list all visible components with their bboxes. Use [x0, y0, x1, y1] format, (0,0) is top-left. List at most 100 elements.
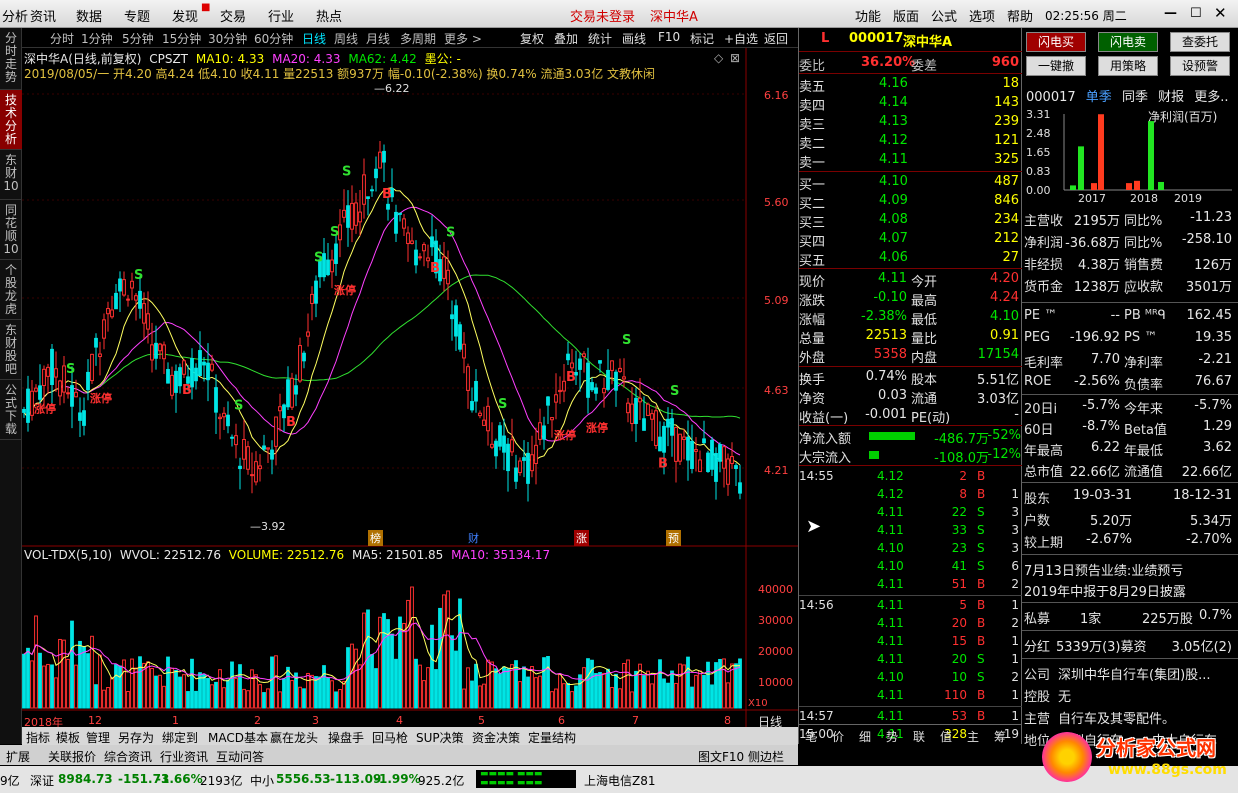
menu-options[interactable]: 选项: [969, 6, 995, 25]
tool-statistics[interactable]: 统计: [588, 30, 612, 47]
tb-bind[interactable]: 绑定到: [162, 729, 198, 746]
quote-tab[interactable]: 细: [859, 728, 871, 745]
tab-more[interactable]: 更多 >: [444, 30, 482, 47]
tb-macd[interactable]: MACD基本: [208, 729, 268, 746]
tb2-related[interactable]: 关联报价: [48, 748, 96, 765]
tb2-industry[interactable]: 行业资讯: [160, 748, 208, 765]
event-tag[interactable]: 预: [666, 530, 681, 546]
tab-15min[interactable]: 15分钟: [162, 30, 201, 47]
tab-monthly[interactable]: 月线: [366, 30, 390, 47]
tab-60min[interactable]: 60分钟: [254, 30, 293, 47]
tab-5min[interactable]: 5分钟: [122, 30, 154, 47]
ask-row[interactable]: 卖三 4.13 239: [799, 113, 1023, 133]
menu-data[interactable]: 数据: [76, 6, 102, 25]
tab-1min[interactable]: 1分钟: [81, 30, 113, 47]
tb-manage[interactable]: 管理: [86, 729, 110, 746]
tool-back[interactable]: 返回: [764, 30, 788, 47]
nav-technical[interactable]: 技术分析: [0, 90, 22, 150]
nav-guba[interactable]: 东财股吧: [0, 320, 22, 380]
tool-draw[interactable]: 画线: [622, 30, 646, 47]
bid-row[interactable]: 买三 4.08 234: [799, 211, 1023, 231]
event-tag[interactable]: 榜: [368, 530, 383, 546]
vol-indicator[interactable]: VOL-TDX(5,10): [24, 548, 112, 562]
tab-weekly[interactable]: 周线: [334, 30, 358, 47]
menu-discover[interactable]: 发现: [172, 6, 198, 25]
tool-overlay[interactable]: 叠加: [554, 30, 578, 47]
quote-tab[interactable]: 值: [940, 728, 952, 745]
minimize-icon[interactable]: —: [1164, 6, 1177, 21]
query-orders-button[interactable]: 查委托: [1170, 32, 1230, 52]
tab-30min[interactable]: 30分钟: [208, 30, 247, 47]
tool-f10[interactable]: F10: [658, 30, 680, 44]
menu-trade[interactable]: 交易: [220, 6, 246, 25]
menu-help[interactable]: 帮助: [1007, 6, 1033, 25]
quote-tab[interactable]: 主: [967, 728, 979, 745]
tool-restore-rights[interactable]: 复权: [520, 30, 544, 47]
ask-row[interactable]: 卖二 4.12 121: [799, 132, 1023, 152]
tb-horse[interactable]: 回马枪: [372, 729, 408, 746]
ask-row[interactable]: 卖四 4.14 143: [799, 94, 1023, 114]
fin-tab-more[interactable]: 更多..: [1194, 90, 1228, 105]
tab-daily[interactable]: 日线: [302, 30, 326, 47]
menu-hot[interactable]: 热点: [316, 6, 342, 25]
event-tag[interactable]: 财: [466, 530, 481, 546]
kline-chart[interactable]: S S S S S S S S S S B B B B B B 涨停 涨停 涨停 涨停 涨停 ◇ ⊠ 深中华A(日线,前复权…: [22, 48, 798, 729]
nav-eastmoney-f10[interactable]: 东财10: [0, 150, 22, 200]
nav-formula-download[interactable]: 公式下载: [0, 380, 22, 440]
fin-tab-report[interactable]: 财报: [1158, 90, 1184, 105]
news-item[interactable]: 2019年中报于8月29日披露: [1024, 579, 1238, 600]
quote-tab[interactable]: 价: [832, 728, 844, 745]
trade-status[interactable]: 交易未登录: [570, 6, 635, 25]
tb-leader[interactable]: 赢在龙头: [270, 729, 318, 746]
cancel-all-button[interactable]: 一键撤: [1026, 56, 1086, 76]
use-strategy-button[interactable]: 用策略: [1098, 56, 1158, 76]
tb-indicator[interactable]: 指标: [26, 729, 50, 746]
nav-intraday[interactable]: 分时走势: [0, 28, 22, 90]
tool-add-watchlist[interactable]: +自选: [724, 30, 758, 47]
close-panel-icon[interactable]: ⊠: [730, 51, 740, 65]
nav-ths-f10[interactable]: 同花顺10: [0, 200, 22, 260]
close-icon[interactable]: ✕: [1214, 4, 1227, 22]
tb2-expand[interactable]: 扩展: [6, 748, 30, 765]
bid-row[interactable]: 买二 4.09 846: [799, 192, 1023, 212]
set-alert-button[interactable]: 设预警: [1170, 56, 1230, 76]
menu-industry[interactable]: 行业: [268, 6, 294, 25]
bid-row[interactable]: 买四 4.07 212: [799, 230, 1023, 250]
tab-intraday[interactable]: 分时: [50, 30, 74, 47]
menu-formula[interactable]: 公式: [931, 6, 957, 25]
news-item[interactable]: 7月13日预告业绩:业绩预亏: [1024, 558, 1238, 579]
tb-save-as[interactable]: 另存为: [118, 729, 154, 746]
menu-function[interactable]: 功能: [855, 6, 881, 25]
nav-dragon-tiger[interactable]: 个股龙虎: [0, 260, 22, 320]
fin-tab-same-quarter[interactable]: 同季: [1122, 90, 1148, 105]
bid-row[interactable]: 买五 4.06 27: [799, 249, 1023, 269]
menu-analysis[interactable]: 分析: [2, 6, 28, 25]
menu-news[interactable]: 资讯: [30, 6, 56, 25]
tb-fund[interactable]: 资金决策: [472, 729, 520, 746]
indicator-name[interactable]: CPSZT: [149, 52, 188, 66]
diamond-icon[interactable]: ◇: [714, 51, 724, 65]
tb2-qa[interactable]: 互动问答: [216, 748, 264, 765]
maximize-icon[interactable]: ☐: [1190, 6, 1202, 21]
tb-sup[interactable]: SUP决策: [416, 729, 464, 746]
flash-buy-button[interactable]: 闪电买: [1026, 32, 1086, 52]
menu-topics[interactable]: 专题: [124, 6, 150, 25]
quote-tab[interactable]: 势: [886, 728, 898, 745]
menu-layout[interactable]: 版面: [893, 6, 919, 25]
tb-trader[interactable]: 操盘手: [328, 729, 364, 746]
tb2-news[interactable]: 综合资讯: [104, 748, 152, 765]
quote-tab[interactable]: 笔: [805, 728, 817, 745]
fin-tab-quarter[interactable]: 单季: [1086, 90, 1112, 105]
flash-sell-button[interactable]: 闪电卖: [1098, 32, 1158, 52]
quote-tab[interactable]: 联: [913, 728, 925, 745]
ask-row[interactable]: 卖五 4.16 18: [799, 75, 1023, 95]
event-tag[interactable]: 涨: [574, 530, 589, 546]
tb-template[interactable]: 模板: [56, 729, 80, 746]
tab-multi-period[interactable]: 多周期: [400, 30, 436, 47]
tb2-f10-sidebar[interactable]: 图文F10 侧边栏: [698, 748, 784, 765]
ask-row[interactable]: 卖一 4.11 325: [799, 151, 1023, 171]
tool-mark[interactable]: 标记: [690, 30, 714, 47]
bid-row[interactable]: 买一 4.10 487: [799, 173, 1023, 193]
quote-tab[interactable]: 筹: [994, 728, 1006, 745]
tb-quant[interactable]: 定量结构: [528, 729, 576, 746]
